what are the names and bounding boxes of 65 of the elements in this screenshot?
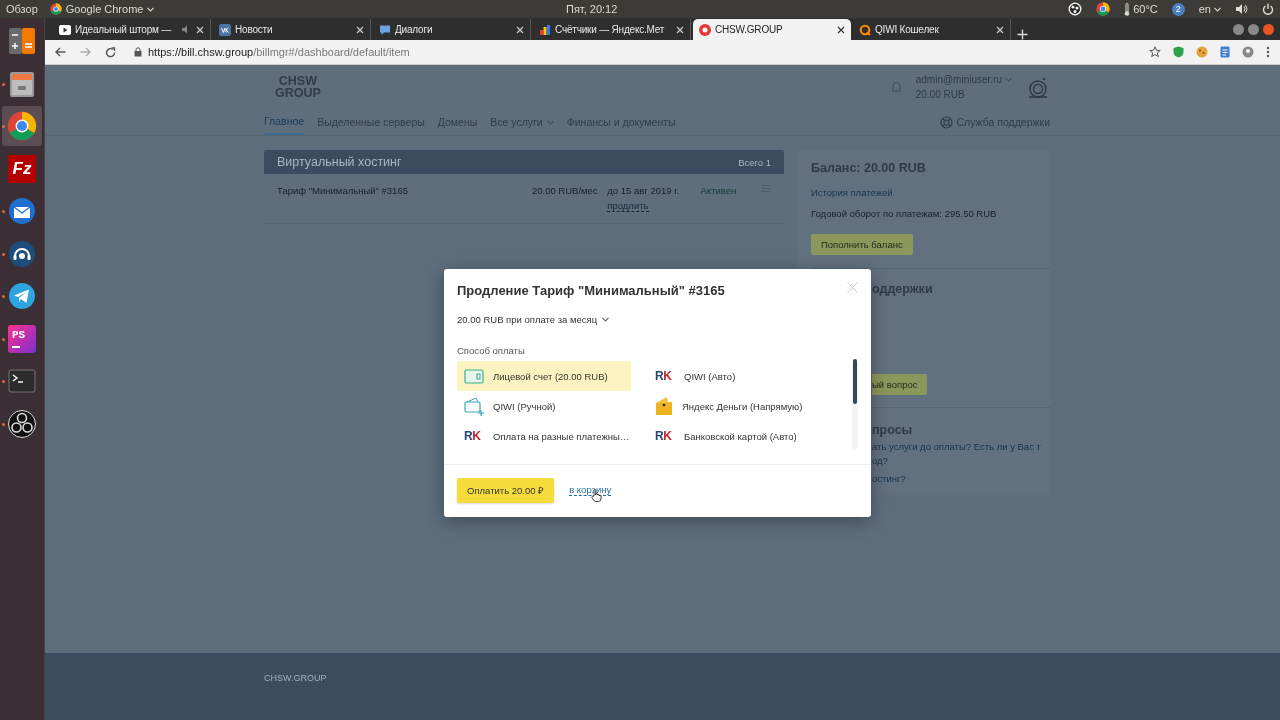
caret-icon	[147, 6, 155, 12]
caret-icon	[1005, 77, 1012, 82]
scrollbar[interactable]	[852, 359, 858, 449]
dialog-title: Продление Тариф "Минимальный" #3165	[457, 283, 726, 298]
qiwi-icon	[859, 23, 871, 36]
extension-icon[interactable]	[1242, 46, 1254, 58]
back-icon[interactable]	[55, 47, 66, 57]
minimize-icon[interactable]	[1233, 24, 1244, 35]
ask-question-button[interactable]: ый вопрос	[872, 374, 928, 395]
browser-icon[interactable]	[2, 106, 42, 147]
footer-text: CHSW.GROUP	[264, 673, 327, 683]
period-select[interactable]: 20.00 RUB при оплате за месяц	[457, 314, 610, 325]
service-price: 20.00 RUB/мес	[531, 185, 599, 196]
pay-button[interactable]: Оплатить 20.00 ₽	[457, 477, 555, 503]
rk-logo: RK	[655, 429, 673, 443]
new-tab-icon[interactable]	[1017, 29, 1028, 40]
recording-icon[interactable]	[1068, 2, 1083, 16]
wallet-icon	[464, 368, 484, 384]
payment-method-label: Способ оплаты	[457, 345, 526, 356]
rk-logo: RK	[464, 429, 482, 443]
app-menu[interactable]: Google Chrome	[49, 3, 155, 15]
wallet-plus-icon	[464, 396, 484, 416]
menu-icon[interactable]	[1266, 46, 1270, 58]
lock-icon	[134, 47, 142, 57]
browser-icon	[49, 3, 62, 15]
play-icon	[59, 23, 71, 36]
section-title: Виртуальный хостинг	[277, 155, 402, 169]
chat-icon	[379, 23, 391, 36]
browser-tab[interactable]: CHSW.GROUP	[693, 19, 851, 40]
document-icon[interactable]	[1220, 46, 1230, 58]
top-up-button[interactable]: Пополнить баланс	[811, 234, 913, 255]
wallet-icon	[655, 396, 673, 416]
power-icon[interactable]	[1262, 3, 1274, 15]
notification-badge[interactable]: 2	[1171, 2, 1185, 16]
turnover-text: Годовой оборот по платежам: 295.50 RUB	[811, 208, 998, 219]
caret-icon	[1214, 6, 1221, 12]
rk-logo: RK	[655, 369, 673, 383]
thermometer-icon[interactable]	[1124, 2, 1131, 16]
total-count: Всего 1	[738, 156, 771, 168]
payment-method-option[interactable]: RK Оплата на разные платежны…	[457, 421, 631, 451]
payment-method-option[interactable]: Яндекс Деньги (Напрямую)	[648, 391, 822, 421]
status-label: Активен	[700, 185, 738, 196]
reload-icon[interactable]	[105, 46, 116, 58]
close-icon[interactable]	[837, 25, 845, 34]
maximize-icon[interactable]	[1248, 24, 1259, 35]
browser-icon	[1096, 2, 1111, 16]
shield-icon[interactable]	[1173, 46, 1184, 58]
keyboard-layout-menu[interactable]: en	[1198, 3, 1221, 15]
cookie-icon[interactable]	[1196, 46, 1208, 58]
site-icon	[699, 23, 711, 36]
payment-method-option[interactable]: RK Банковской картой (Авто)	[648, 421, 822, 451]
star-icon[interactable]	[1149, 46, 1161, 58]
bar-chart-icon	[539, 23, 551, 36]
payment-method-option[interactable]: RK QIWI (Авто)	[648, 361, 822, 391]
caret-icon	[602, 317, 610, 322]
payment-method-option[interactable]: QIWI (Ручной)	[457, 391, 631, 421]
payment-method-option[interactable]: Лицевой счет (20.00 RUB)	[457, 361, 631, 391]
lifebuoy-icon	[939, 115, 953, 129]
expiry-date: до 15 авг 2019 г.	[607, 185, 681, 196]
site-icon	[219, 23, 231, 36]
temperature-reading: 60°C	[1133, 3, 1158, 15]
volume-icon[interactable]	[1235, 3, 1248, 15]
clock[interactable]: Пят, 20:12	[566, 3, 618, 15]
activities-button[interactable]: Обзор	[6, 3, 38, 15]
caret-icon	[546, 119, 554, 125]
